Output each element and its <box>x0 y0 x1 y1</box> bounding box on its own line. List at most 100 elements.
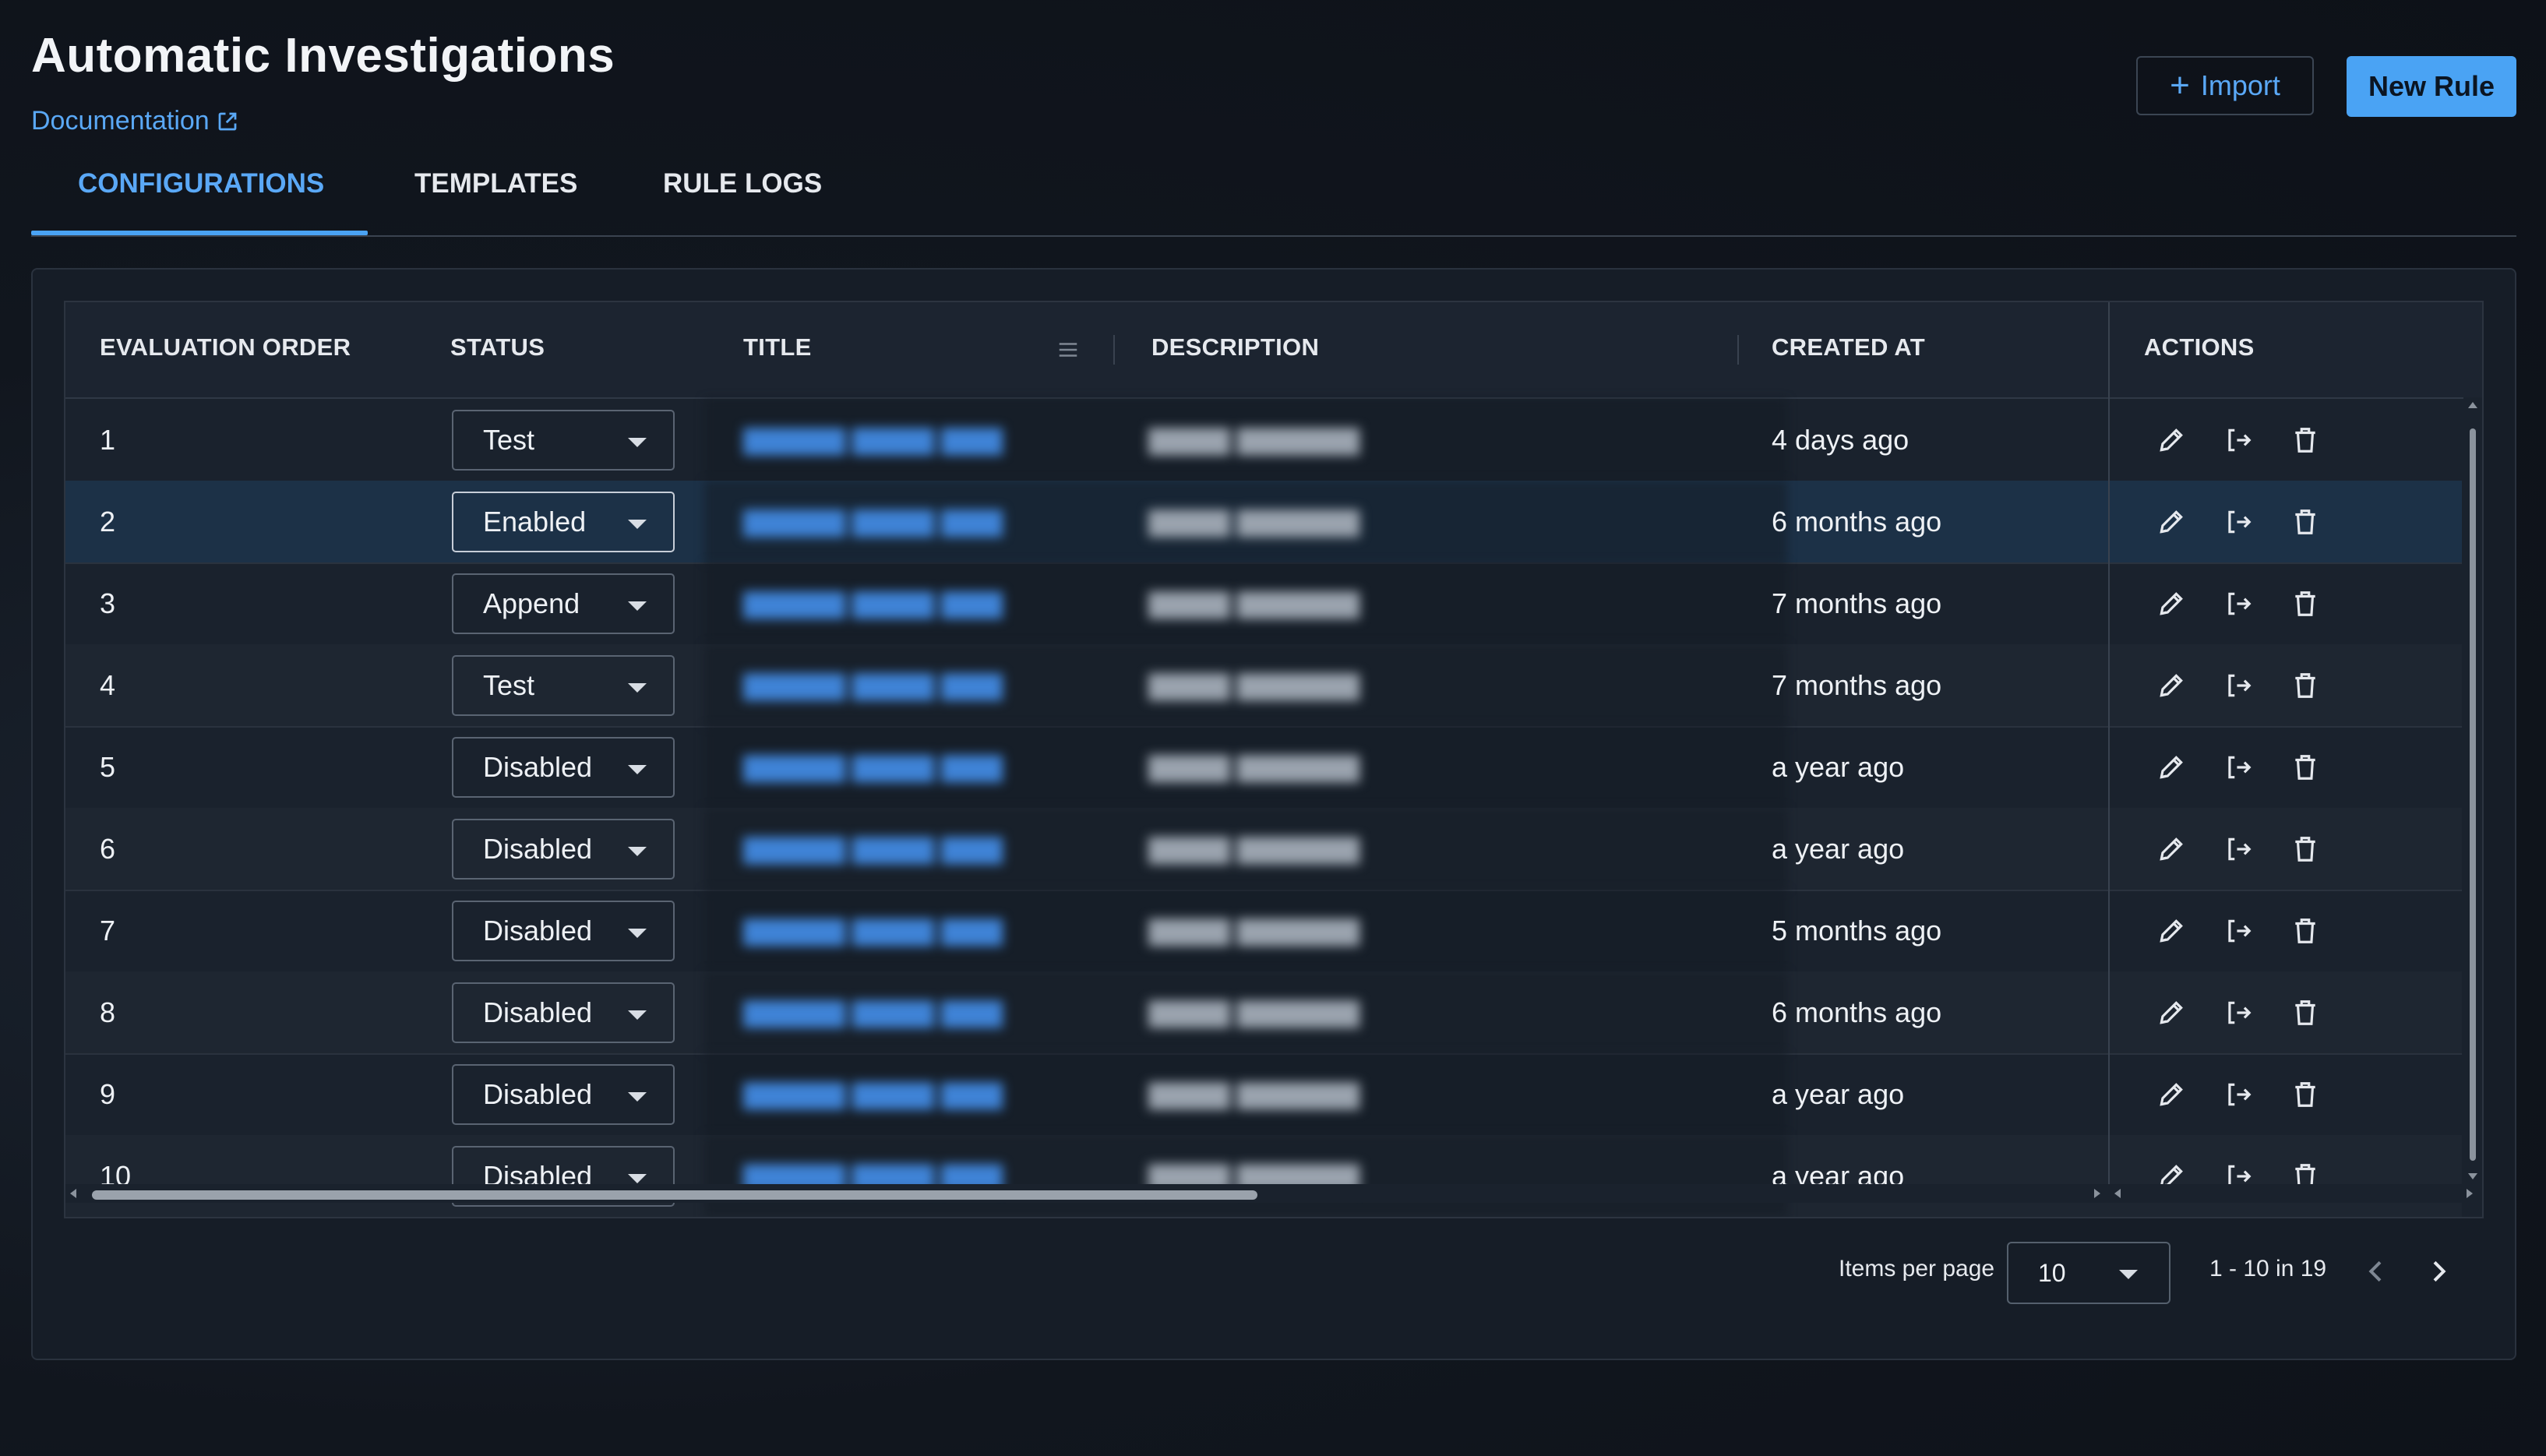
items-per-page-select[interactable]: 10 <box>2007 1242 2170 1304</box>
new-rule-button[interactable]: New Rule <box>2347 56 2516 117</box>
tab-rule-logs[interactable]: RULE LOGS <box>663 168 822 199</box>
rule-title-redacted[interactable]: ▇▇▇▇▇ ▇▇▇▇ ▇▇▇ <box>743 644 1148 726</box>
rule-title-redacted[interactable]: ▇▇▇▇▇ ▇▇▇▇ ▇▇▇ <box>743 399 1148 481</box>
delete-icon[interactable] <box>2290 507 2320 537</box>
status-select[interactable]: Disabled <box>452 901 675 961</box>
export-icon[interactable] <box>2223 589 2253 619</box>
actions-column-border <box>2108 302 2110 397</box>
chevron-left-icon[interactable] <box>2361 1256 2392 1287</box>
table-row[interactable]: 9 Disabled ▇▇▇▇▇ ▇▇▇▇ ▇▇▇ ▇▇▇▇ ▇▇▇▇▇▇ a year… <box>65 1053 2462 1137</box>
column-header-created-at[interactable]: CREATED AT <box>1772 333 1925 361</box>
rule-description-redacted: ▇▇▇▇ ▇▇▇▇▇▇ <box>1148 834 1359 864</box>
horizontal-scrollbar[interactable] <box>65 1184 2482 1203</box>
delete-icon[interactable] <box>2290 671 2320 700</box>
export-icon[interactable] <box>2223 1080 2253 1109</box>
edit-icon[interactable] <box>2156 507 2186 537</box>
status-select[interactable]: Disabled <box>452 982 675 1043</box>
horizontal-scroll-thumb[interactable] <box>92 1190 1257 1200</box>
column-separator[interactable] <box>1737 335 1739 365</box>
delete-icon[interactable] <box>2290 998 2320 1028</box>
scroll-right-icon[interactable] <box>2467 1189 2473 1198</box>
rule-description-redacted: ▇▇▇▇ ▇▇▇▇▇▇ <box>1148 1079 1359 1109</box>
delete-icon[interactable] <box>2290 589 2320 619</box>
table-row[interactable]: 4 Test ▇▇▇▇▇ ▇▇▇▇ ▇▇▇ ▇▇▇▇ ▇▇▇▇▇▇ 7 months a… <box>65 644 2462 728</box>
rule-description-redacted: ▇▇▇▇ ▇▇▇▇▇▇ <box>1148 1161 1359 1191</box>
delete-icon[interactable] <box>2290 916 2320 946</box>
status-select[interactable]: Enabled <box>452 492 675 552</box>
rule-description-redacted: ▇▇▇▇ ▇▇▇▇▇▇ <box>1148 752 1359 782</box>
chevron-right-icon[interactable] <box>2423 1256 2454 1287</box>
edit-icon[interactable] <box>2156 916 2186 946</box>
status-select[interactable]: Disabled <box>452 1064 675 1125</box>
export-icon[interactable] <box>2223 425 2253 455</box>
table-row[interactable]: 8 Disabled ▇▇▇▇▇ ▇▇▇▇ ▇▇▇ ▇▇▇▇ ▇▇▇▇▇▇ 6 mont… <box>65 971 2462 1055</box>
table-row[interactable]: 7 Disabled ▇▇▇▇▇ ▇▇▇▇ ▇▇▇ ▇▇▇▇ ▇▇▇▇▇▇ 5 mont… <box>65 890 2462 973</box>
export-icon[interactable] <box>2223 916 2253 946</box>
status-select[interactable]: Append <box>452 573 675 634</box>
rule-title-redacted[interactable]: ▇▇▇▇▇ ▇▇▇▇ ▇▇▇ <box>743 971 1148 1053</box>
rule-title-redacted[interactable]: ▇▇▇▇▇ ▇▇▇▇ ▇▇▇ <box>743 726 1148 808</box>
rule-title-redacted[interactable]: ▇▇▇▇▇ ▇▇▇▇ ▇▇▇ <box>743 1135 1148 1217</box>
edit-icon[interactable] <box>2156 671 2186 700</box>
export-icon[interactable] <box>2223 998 2253 1028</box>
status-select[interactable]: Disabled <box>452 737 675 798</box>
rule-title-redacted[interactable]: ▇▇▇▇▇ ▇▇▇▇ ▇▇▇ <box>743 562 1148 644</box>
export-icon[interactable] <box>2223 834 2253 864</box>
caret-down-icon <box>628 683 647 693</box>
scroll-left-icon[interactable] <box>70 1189 76 1198</box>
scroll-down-icon[interactable] <box>2468 1173 2477 1179</box>
evaluation-order: 2 <box>100 505 116 538</box>
status-select[interactable]: Test <box>452 655 675 716</box>
table-row[interactable]: 6 Disabled ▇▇▇▇▇ ▇▇▇▇ ▇▇▇ ▇▇▇▇ ▇▇▇▇▇▇ a year… <box>65 808 2462 891</box>
column-header-evaluation-order[interactable]: EVALUATION ORDER <box>100 333 351 361</box>
edit-icon[interactable] <box>2156 1080 2186 1109</box>
created-at: 7 months ago <box>1772 668 1942 701</box>
vertical-scrollbar[interactable] <box>2463 397 2482 1184</box>
scroll-up-icon[interactable] <box>2468 402 2477 408</box>
documentation-label: Documentation <box>31 106 210 136</box>
scroll-left-icon[interactable] <box>2114 1189 2121 1198</box>
scroll-right-icon[interactable] <box>2094 1189 2100 1198</box>
status-select[interactable]: Disabled <box>452 819 675 880</box>
status-value: Disabled <box>483 996 593 1028</box>
export-icon[interactable] <box>2223 753 2253 782</box>
import-label: Import <box>2200 69 2280 101</box>
import-button[interactable]: + Import <box>2136 56 2314 115</box>
active-tab-indicator <box>31 231 368 235</box>
caret-down-icon <box>2119 1270 2138 1279</box>
status-value: Disabled <box>483 1078 593 1110</box>
delete-icon[interactable] <box>2290 425 2320 455</box>
caret-down-icon <box>628 1010 647 1020</box>
table-row[interactable]: 10 Disabled ▇▇▇▇▇ ▇▇▇▇ ▇▇▇ ▇▇▇▇ ▇▇▇▇▇▇ a yea… <box>65 1135 2462 1217</box>
export-icon[interactable] <box>2223 671 2253 700</box>
rule-title-redacted[interactable]: ▇▇▇▇▇ ▇▇▇▇ ▇▇▇ <box>743 890 1148 971</box>
edit-icon[interactable] <box>2156 753 2186 782</box>
rule-title-redacted[interactable]: ▇▇▇▇▇ ▇▇▇▇ ▇▇▇ <box>743 1053 1148 1135</box>
tab-templates[interactable]: TEMPLATES <box>414 168 577 199</box>
status-select[interactable]: Test <box>452 410 675 471</box>
column-menu-icon[interactable] <box>1056 338 1080 361</box>
table-row[interactable]: 2 Enabled ▇▇▇▇▇ ▇▇▇▇ ▇▇▇ ▇▇▇▇ ▇▇▇▇▇▇ 6 month… <box>65 481 2462 564</box>
edit-icon[interactable] <box>2156 834 2186 864</box>
table-row[interactable]: 1 Test ▇▇▇▇▇ ▇▇▇▇ ▇▇▇ ▇▇▇▇ ▇▇▇▇▇▇ 4 days ago <box>65 399 2462 482</box>
column-header-title[interactable]: TITLE <box>743 333 812 361</box>
delete-icon[interactable] <box>2290 834 2320 864</box>
row-actions <box>2156 808 2320 890</box>
edit-icon[interactable] <box>2156 998 2186 1028</box>
documentation-link[interactable]: Documentation <box>31 106 239 136</box>
vertical-scroll-thumb[interactable] <box>2470 428 2476 1161</box>
export-icon[interactable] <box>2223 507 2253 537</box>
rule-title-redacted[interactable]: ▇▇▇▇▇ ▇▇▇▇ ▇▇▇ <box>743 808 1148 890</box>
column-header-status[interactable]: STATUS <box>450 333 545 361</box>
row-actions <box>2156 399 2320 481</box>
delete-icon[interactable] <box>2290 1080 2320 1109</box>
column-separator[interactable] <box>1113 335 1115 365</box>
table-row[interactable]: 5 Disabled ▇▇▇▇▇ ▇▇▇▇ ▇▇▇ ▇▇▇▇ ▇▇▇▇▇▇ a year… <box>65 726 2462 809</box>
edit-icon[interactable] <box>2156 589 2186 619</box>
table-row[interactable]: 3 Append ▇▇▇▇▇ ▇▇▇▇ ▇▇▇ ▇▇▇▇ ▇▇▇▇▇▇ 7 months… <box>65 562 2462 646</box>
delete-icon[interactable] <box>2290 753 2320 782</box>
column-header-description[interactable]: DESCRIPTION <box>1151 333 1319 361</box>
tab-configurations[interactable]: CONFIGURATIONS <box>78 168 324 199</box>
edit-icon[interactable] <box>2156 425 2186 455</box>
rule-title-redacted[interactable]: ▇▇▇▇▇ ▇▇▇▇ ▇▇▇ <box>743 481 1148 562</box>
